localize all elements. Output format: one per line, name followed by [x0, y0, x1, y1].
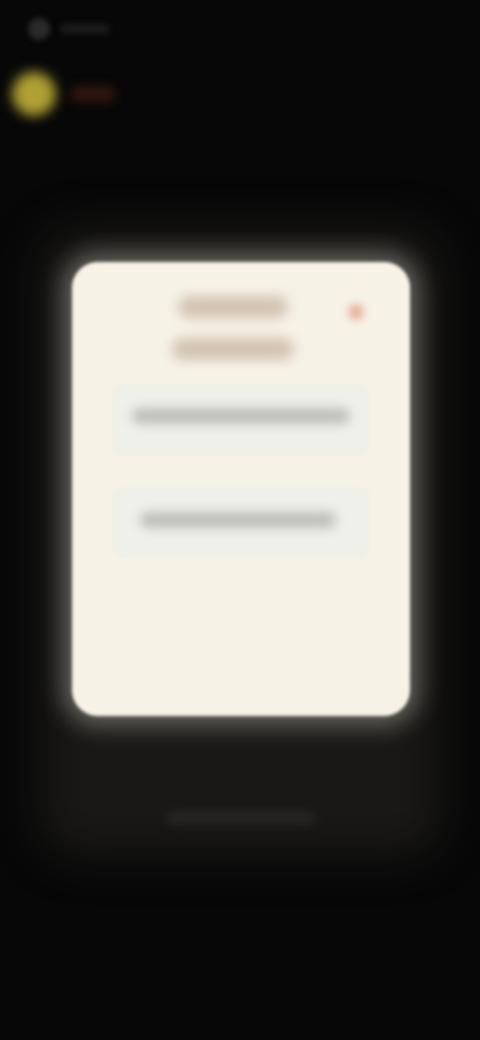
back-icon[interactable]	[28, 18, 50, 40]
bottom-text	[166, 812, 316, 824]
profile-row	[12, 72, 116, 116]
option-card-2[interactable]	[114, 488, 368, 556]
option-card-1[interactable]	[114, 386, 368, 454]
profile-text	[70, 86, 116, 102]
top-bar-text	[60, 24, 110, 34]
top-bar	[28, 14, 128, 44]
modal-title	[162, 292, 312, 344]
option-label-2	[140, 512, 336, 528]
option-label-1	[132, 408, 350, 424]
modal-dialog	[72, 262, 410, 716]
avatar	[12, 72, 56, 116]
close-icon[interactable]	[348, 304, 364, 320]
